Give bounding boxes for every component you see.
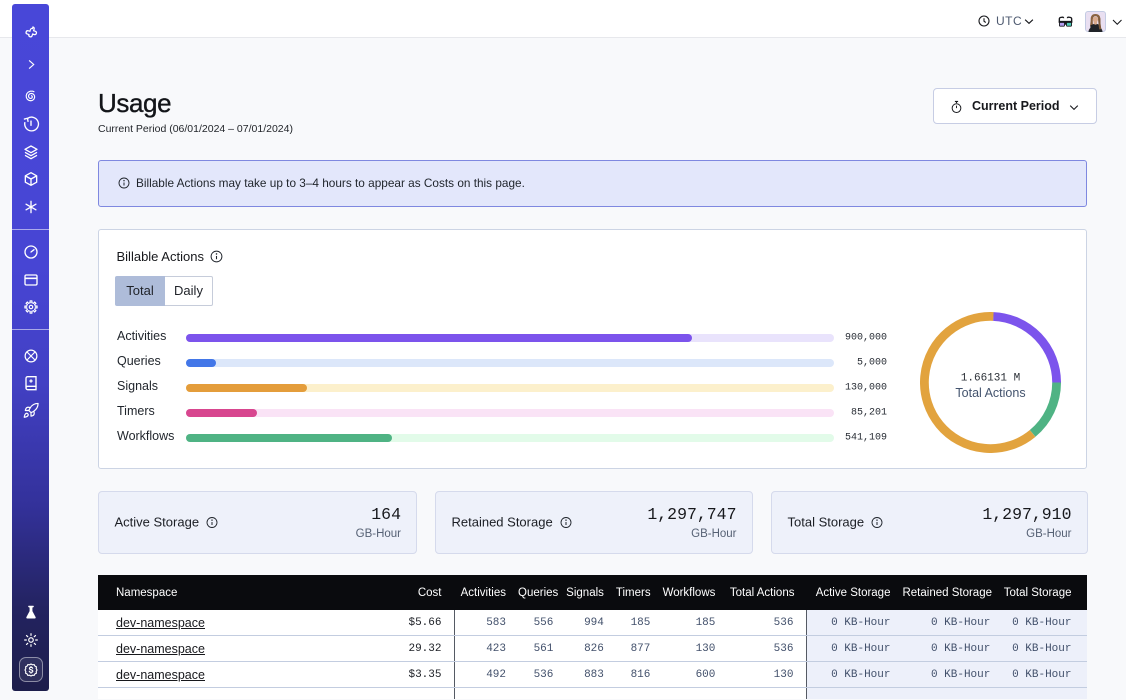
svg-text:1.66131 M: 1.66131 M [960, 372, 1019, 384]
svg-text:Total Actions: Total Actions [955, 386, 1025, 400]
